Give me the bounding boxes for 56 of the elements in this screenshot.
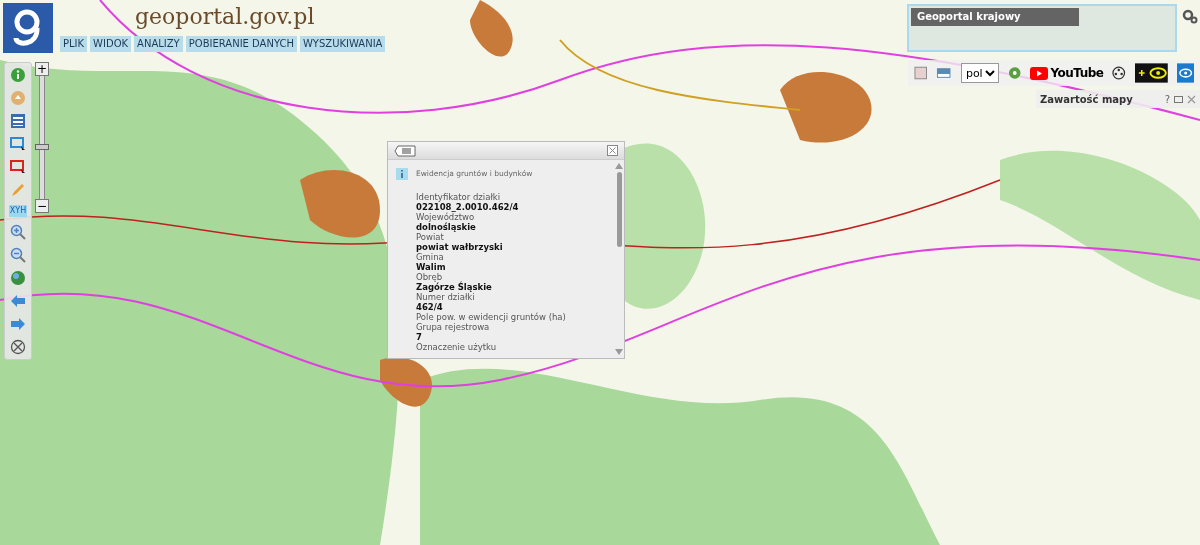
info-icon [396,168,408,180]
field-label: Numer działki [416,292,476,302]
globe-icon[interactable] [10,270,26,286]
field-label: Oznaczenie użytku [416,342,498,352]
overview-title: Geoportal krajowy [911,8,1079,26]
list-icon[interactable] [394,144,416,157]
scroll-up-icon[interactable] [615,163,623,169]
site-logo-text[interactable]: geoportal.gov.pl [135,4,315,30]
menu-item[interactable]: ANALIZY [134,36,183,52]
field-label: Powiat [416,232,445,242]
close-icon[interactable] [607,145,618,156]
field-value: Zagórze Śląskie [416,282,493,292]
maximize-icon[interactable] [1174,94,1183,104]
language-select[interactable]: pol [960,63,999,83]
eye-icon[interactable] [1134,63,1168,83]
logo-icon[interactable] [3,3,53,53]
field-value: Walim [416,262,447,272]
list-icon[interactable] [10,113,26,129]
zoom-slider-thumb[interactable] [35,144,49,151]
menu-item[interactable]: WYSZUKIWANIA [300,36,386,52]
field-label: Grupa rejestrowa [416,322,491,332]
menu-item[interactable]: PLIK [60,36,88,52]
rectangle-select-icon[interactable] [10,159,26,175]
field-label: Identyfikator działki [416,192,502,202]
field-value: 462/4 [416,302,444,312]
settings-icon[interactable] [1182,8,1198,24]
scroll-down-icon[interactable] [615,349,623,355]
close-icon[interactable] [1187,94,1196,104]
field-label: Gmina [416,252,445,262]
film-reel-icon[interactable] [1112,66,1126,80]
arrow-left-icon[interactable] [10,293,26,309]
pencil-icon[interactable] [10,182,26,198]
zoom-in-icon[interactable] [10,224,26,240]
overview-map[interactable]: Geoportal krajowy [907,4,1177,52]
field-label: Województwo [416,212,475,222]
youtube-button[interactable]: YouTube [1030,64,1104,82]
field-value: powiat wałbrzyski [416,242,504,252]
menu-item[interactable]: WIDOK [90,36,132,52]
coordinates-button[interactable]: XYH [8,205,28,217]
scrollbar-thumb[interactable] [616,172,622,247]
help-button[interactable]: ? [1164,91,1170,107]
zoom-out-button[interactable]: − [35,199,49,213]
field-value: dolnośląskie [416,222,477,232]
zoom-out-icon[interactable] [10,247,26,263]
info-icon[interactable] [10,67,26,83]
field-label: Pole pow. w ewidencji gruntów (ha) [416,312,567,322]
field-label: Obręb [416,272,443,282]
map-contents-panel[interactable]: Zawartość mapy ? [1036,90,1200,108]
rectangle-select-icon[interactable] [10,136,26,152]
field-value: 022108_2.0010.462/4 [416,202,520,212]
zoom-in-button[interactable]: + [35,62,49,76]
field-value: 7 [416,332,423,342]
play-icon [1030,66,1049,80]
map-contents-title: Zawartość mapy [1040,92,1133,107]
arrow-right-icon[interactable] [10,316,26,332]
menu-item[interactable]: POBIERANIE DANYCH [185,36,297,52]
